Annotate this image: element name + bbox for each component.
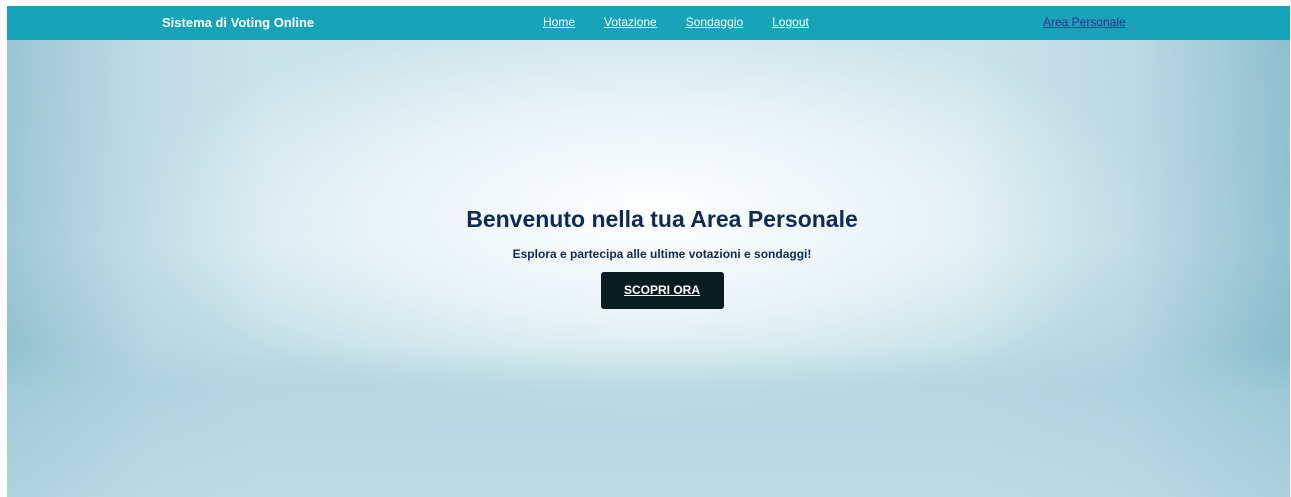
page-frame: Sistema di Voting Online Home Votazione … <box>7 6 1290 497</box>
hero-content: Benvenuto nella tua Area Personale Esplo… <box>7 204 1290 309</box>
nav-link-sondaggio[interactable]: Sondaggio <box>686 15 743 29</box>
hero-title: Benvenuto nella tua Area Personale <box>466 206 858 232</box>
nav-link-votazione[interactable]: Votazione <box>604 15 657 29</box>
nav-link-logout[interactable]: Logout <box>772 15 809 29</box>
hero-section: Benvenuto nella tua Area Personale Esplo… <box>7 40 1290 497</box>
hero-subtitle: Esplora e partecipa alle ultime votazion… <box>512 247 812 261</box>
hero-floor-backdrop <box>7 347 1290 497</box>
area-personale-link[interactable]: Area Personale <box>1043 15 1126 29</box>
brand-title: Sistema di Voting Online <box>162 15 315 30</box>
top-navbar: Sistema di Voting Online Home Votazione … <box>7 6 1290 40</box>
nav-link-home[interactable]: Home <box>543 15 575 29</box>
nav-links: Home Votazione Sondaggio Logout <box>543 15 809 29</box>
scopri-ora-button[interactable]: SCOPRI ORA <box>600 272 724 309</box>
